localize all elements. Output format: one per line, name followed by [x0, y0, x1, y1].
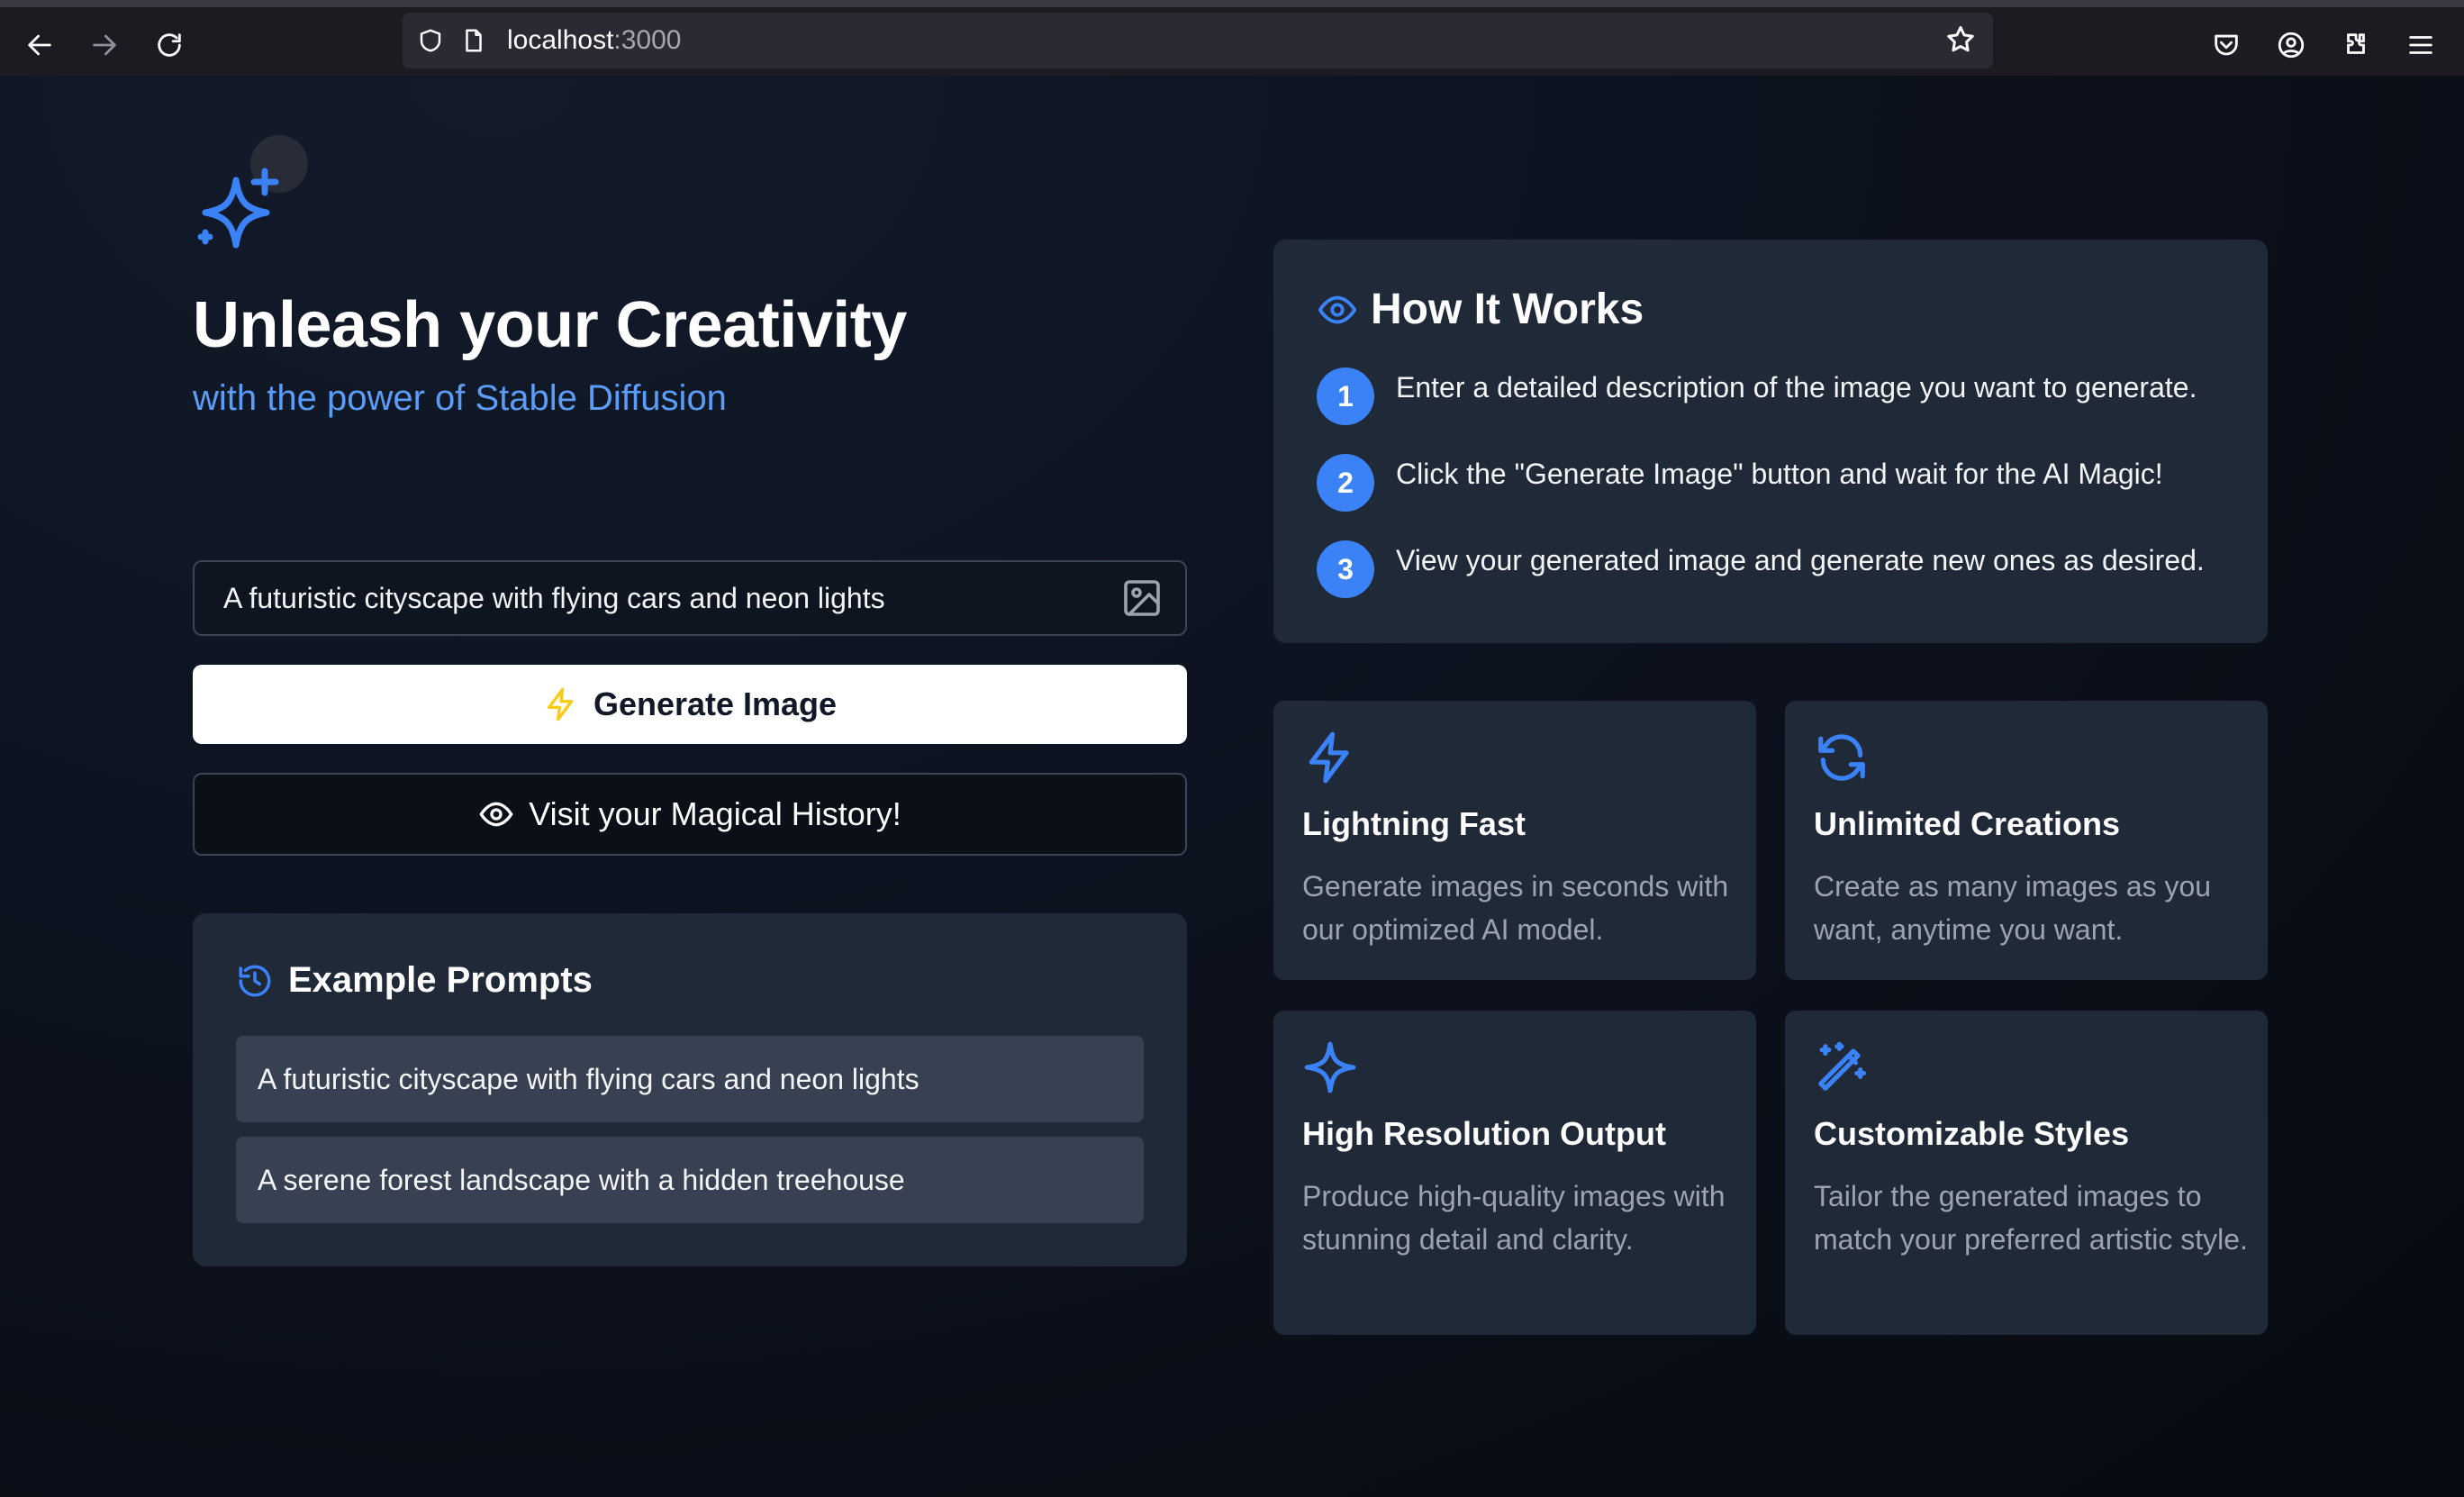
feature-card-lightning-fast: Lightning Fast Generate images in second… [1273, 701, 1756, 980]
history-button[interactable]: Visit your Magical History! [193, 773, 1187, 856]
step-item: 2 Click the "Generate Image" button and … [1317, 454, 2163, 512]
example-prompts-title: Example Prompts [288, 960, 593, 1000]
magic-wand-icon [1818, 1041, 1867, 1091]
generate-image-button[interactable]: Generate Image [193, 665, 1187, 744]
step-text: View your generated image and generate n… [1396, 544, 2205, 576]
address-bar[interactable]: localhost:3000 [403, 13, 1993, 68]
feature-card-customizable-styles: Customizable Styles Tailor the generated… [1785, 1011, 2268, 1335]
refresh-icon [1818, 734, 1865, 781]
feature-description: Produce high-quality images with stunnin… [1302, 1180, 1726, 1256]
page-icon [458, 25, 489, 56]
example-prompts-heading: Example Prompts [236, 960, 593, 1001]
pocket-icon [2215, 34, 2238, 56]
feature-title: High Resolution Output [1302, 1115, 1666, 1152]
eye-icon [1318, 295, 1357, 323]
page-title: Unleash your Creativity [193, 289, 907, 361]
step-number: 2 [1317, 454, 1374, 512]
feature-title: Customizable Styles [1814, 1115, 2130, 1152]
generate-image-label: Generate Image [593, 685, 838, 722]
example-prompt-item[interactable]: A serene forest landscape with a hidden … [236, 1137, 1144, 1223]
how-it-works-title: How It Works [1371, 286, 1644, 333]
feature-card-unlimited-creations: Unlimited Creations Create as many image… [1785, 701, 2268, 980]
how-it-works-heading: How It Works [1317, 285, 1644, 334]
feature-title: Unlimited Creations [1814, 805, 2121, 842]
shield-icon[interactable] [415, 25, 446, 56]
puzzle-icon [2347, 33, 2365, 54]
reload-button[interactable] [144, 20, 195, 70]
feature-card-high-resolution: High Resolution Output Produce high-qual… [1273, 1011, 1756, 1335]
url-port: :3000 [613, 25, 682, 55]
arrow-right-icon [93, 34, 116, 56]
sparkle-icon [1304, 1041, 1356, 1093]
pocket-button[interactable] [2201, 20, 2251, 70]
step-text: Click the "Generate Image" button and wa… [1396, 458, 2163, 490]
account-icon [2278, 32, 2305, 59]
feature-description: Tailor the generated images to match you… [1814, 1180, 2248, 1256]
url-text: localhost:3000 [507, 25, 681, 56]
sparkles-icon [197, 168, 279, 249]
history-icon [239, 965, 271, 996]
prompt-input[interactable] [195, 562, 1120, 634]
step-number: 3 [1317, 540, 1374, 598]
reload-icon [158, 33, 181, 57]
step-text: Enter a detailed description of the imag… [1396, 371, 2197, 404]
browser-toolbar: localhost:3000 [0, 0, 2464, 76]
history-button-label: Visit your Magical History! [529, 795, 901, 832]
arrow-left-icon [28, 34, 51, 56]
prompt-field[interactable] [193, 560, 1187, 636]
hamburger-icon [2409, 36, 2432, 54]
menu-button[interactable] [2396, 20, 2446, 70]
how-it-works-card: How It Works 1 Enter a detailed descript… [1273, 240, 2268, 643]
feature-description: Create as many images as you want, anyti… [1814, 870, 2212, 946]
step-item: 1 Enter a detailed description of the im… [1317, 367, 2197, 425]
example-prompt-item[interactable]: A futuristic cityscape with flying cars … [236, 1036, 1144, 1122]
url-host: localhost [507, 25, 614, 55]
back-button[interactable] [14, 20, 65, 70]
bookmark-star-icon[interactable] [1944, 23, 1979, 58]
lightning-icon [547, 687, 574, 721]
step-number: 1 [1317, 367, 1374, 425]
page-subtitle: with the power of Stable Diffusion [193, 378, 727, 418]
extensions-button[interactable] [2331, 20, 2381, 70]
image-icon[interactable] [1120, 576, 1164, 620]
feature-title: Lightning Fast [1302, 805, 1526, 842]
lightning-icon [1309, 731, 1349, 784]
example-prompts-card: Example Prompts A futuristic cityscape w… [193, 913, 1187, 1266]
feature-description: Generate images in seconds with our opti… [1302, 870, 1729, 946]
eye-icon [479, 802, 513, 827]
step-item: 3 View your generated image and generate… [1317, 540, 2205, 598]
account-button[interactable] [2266, 20, 2316, 70]
forward-button[interactable] [79, 20, 130, 70]
